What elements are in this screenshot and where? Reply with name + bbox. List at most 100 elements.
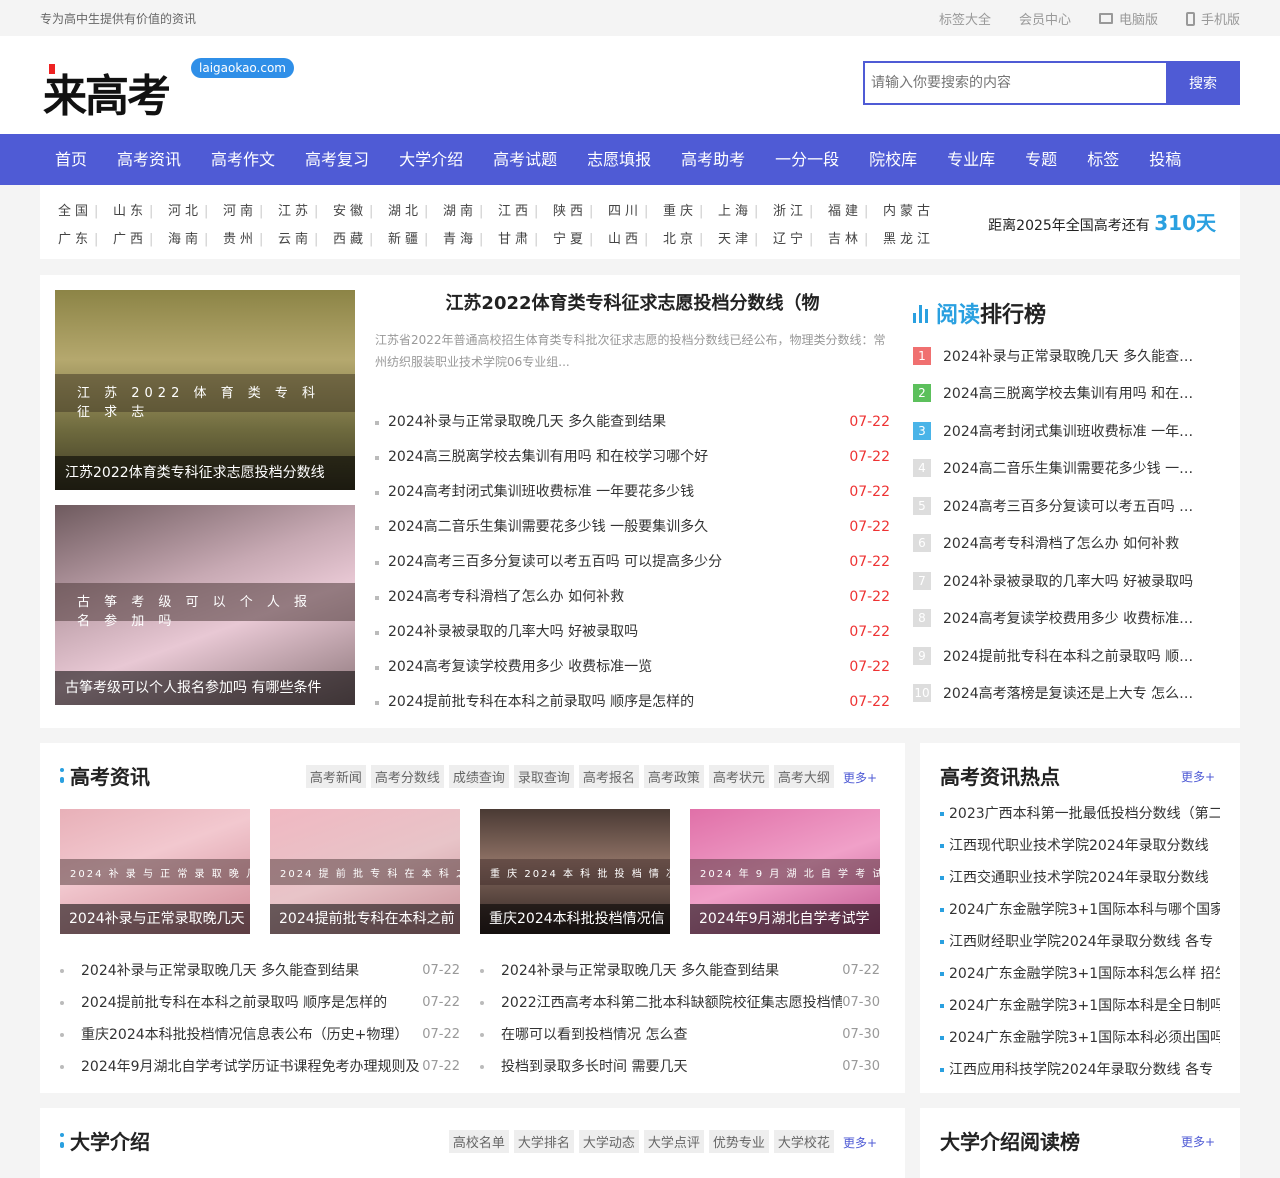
nav-news[interactable]: 高考资讯 [102,134,196,185]
rank-item[interactable]: 4 2024高二音乐生集训需要花多少钱 一般要集训多久 [913,450,1213,488]
mobile-version-link[interactable]: 手机版 [1185,9,1240,28]
region-link[interactable]: 河南 [223,200,278,219]
region-link[interactable]: 河北 [168,200,223,219]
nav-majors[interactable]: 专业库 [932,134,1010,185]
region-link[interactable]: 湖北 [388,200,443,219]
rank-item[interactable]: 10 2024高考落榜是复读还是上大专 怎么选择 [913,675,1213,713]
nav-exam[interactable]: 高考试题 [478,134,572,185]
region-link[interactable]: 重庆 [663,200,718,219]
news-list-item[interactable]: 2024提前批专科在本科之前录取吗 顺序是怎样的 07-22 [60,987,460,1019]
category-tag[interactable]: 高考报名 [578,765,639,788]
category-tag[interactable]: 高考分数线 [370,765,444,788]
featured-news-item[interactable]: 2024高考专科滑档了怎么办 如何补救 07-22 [375,580,890,615]
hot-item[interactable]: 江西应用科技学院2024年录取分数线 各专 [940,1054,1220,1086]
category-tag[interactable]: 高校名单 [448,1130,509,1153]
nav-schools[interactable]: 院校库 [854,134,932,185]
rank-item[interactable]: 5 2024高考三百多分复读可以考五百吗 可以提高多少分 [913,487,1213,525]
region-link[interactable]: 山东 [113,200,168,219]
region-link[interactable]: 北京 [663,228,718,247]
featured-news-item[interactable]: 2024提前批专科在本科之前录取吗 顺序是怎样的 07-22 [375,685,890,720]
region-link[interactable]: 天津 [718,228,773,247]
rank-item[interactable]: 3 2024高考封闭式集训班收费标准 一年要花多少钱 [913,412,1213,450]
rank-item[interactable]: 7 2024补录被录取的几率大吗 好被录取吗 [913,562,1213,600]
more-link[interactable]: 更多+ [839,765,881,788]
region-link[interactable]: 安徽 [333,200,388,219]
category-tag[interactable]: 高考状元 [708,765,769,788]
region-link[interactable]: 山西 [608,228,663,247]
category-tag[interactable]: 大学校花 [773,1130,834,1153]
tag-list-link[interactable]: 标签大全 [939,9,991,28]
nav-assist[interactable]: 高考助考 [666,134,760,185]
region-link[interactable]: 宁夏 [553,228,608,247]
region-link[interactable]: 陕西 [553,200,608,219]
hot-item[interactable]: 2024广东金融学院3+1国际本科与哪个国家 [940,894,1220,926]
category-tag[interactable]: 高考大纲 [773,765,834,788]
nav-college[interactable]: 大学介绍 [384,134,478,185]
news-list-item[interactable]: 2024年9月湖北自学考试学历证书课程免考办理规则及 07-22 [60,1051,460,1083]
college-rank-more-link[interactable]: 更多+ [1181,1133,1215,1150]
featured-news-item[interactable]: 2024补录与正常录取晚几天 多久能查到结果 07-22 [375,405,890,440]
news-list-item[interactable]: 2022江西高考本科第二批本科缺额院校征集志愿投档情 07-30 [480,987,880,1019]
nav-essay[interactable]: 高考作文 [196,134,290,185]
headline-title[interactable]: 江苏2022体育类专科征求志愿投档分数线（物 [375,289,890,315]
nav-submit[interactable]: 投稿 [1134,134,1196,185]
region-link[interactable]: 新疆 [388,228,443,247]
nav-home[interactable]: 首页 [40,134,102,185]
category-tag[interactable]: 优势专业 [708,1130,769,1153]
rank-item[interactable]: 1 2024补录与正常录取晚几天 多久能查到结果 [913,337,1213,375]
region-link[interactable]: 海南 [168,228,223,247]
rank-item[interactable]: 9 2024提前批专科在本科之前录取吗 顺序是怎样的 [913,637,1213,675]
news-list-item[interactable]: 2024补录与正常录取晚几天 多久能查到结果 07-22 [480,955,880,987]
region-link[interactable]: 广东 [58,228,113,247]
desktop-version-link[interactable]: 电脑版 [1098,9,1158,28]
region-link[interactable]: 甘肃 [498,228,553,247]
featured-news-item[interactable]: 2024高考复读学校费用多少 收费标准一览 07-22 [375,650,890,685]
hot-more-link[interactable]: 更多+ [1181,768,1215,785]
rank-item[interactable]: 6 2024高考专科滑档了怎么办 如何补救 [913,525,1213,563]
member-center-link[interactable]: 会员中心 [1019,9,1071,28]
news-list-item[interactable]: 投档到录取多长时间 需要几天 07-30 [480,1051,880,1083]
rank-item[interactable]: 8 2024高考复读学校费用多少 收费标准一览 [913,600,1213,638]
search-input[interactable] [863,61,1166,105]
featured-news-item[interactable]: 2024高三脱离学校去集训有用吗 和在校学习哪个好 07-22 [375,440,890,475]
region-link[interactable]: 黑龙江 [883,228,938,247]
news-card[interactable]: 2024 补 录 与 正 常 录 取 晚 几 天 2024补录与正常录取晚几天 [60,809,250,934]
news-card[interactable]: 重 庆 2024 本 科 批 投 档 情 况 信重庆2024本科批投档情况信 [480,809,670,934]
region-link[interactable]: 内蒙古 [883,200,938,219]
region-link[interactable]: 上海 [718,200,773,219]
region-link[interactable]: 四川 [608,200,663,219]
featured-thumb-1[interactable]: 江 苏 2022 体 育 类 专 科 征 求 志 江苏2022体育类专科征求志愿… [55,290,355,490]
region-link[interactable]: 江苏 [278,200,333,219]
news-list-item[interactable]: 重庆2024本科批投档情况信息表公布（历史+物理） 07-22 [60,1019,460,1051]
nav-tags[interactable]: 标签 [1072,134,1134,185]
featured-news-item[interactable]: 2024高二音乐生集训需要花多少钱 一般要集训多久 07-22 [375,510,890,545]
featured-news-item[interactable]: 2024补录被录取的几率大吗 好被录取吗 07-22 [375,615,890,650]
category-tag[interactable]: 高考新闻 [305,765,366,788]
site-logo[interactable]: 来高考 laigaokao.com [43,58,303,122]
category-tag[interactable]: 高考政策 [643,765,704,788]
hot-item[interactable]: 江西交通职业技术学院2024年录取分数线 [940,862,1220,894]
category-tag[interactable]: 大学动态 [578,1130,639,1153]
region-link[interactable]: 吉林 [828,228,883,247]
region-link[interactable]: 广西 [113,228,168,247]
featured-news-item[interactable]: 2024高考三百多分复读可以考五百吗 可以提高多少分 07-22 [375,545,890,580]
rank-item[interactable]: 2 2024高三脱离学校去集训有用吗 和在校学习哪个好 [913,375,1213,413]
hot-item[interactable]: 2024广东金融学院3+1国际本科必须出国吗 [940,1022,1220,1054]
region-link[interactable]: 西藏 [333,228,388,247]
category-tag[interactable]: 成绩查询 [448,765,509,788]
news-list-item[interactable]: 2024补录与正常录取晚几天 多久能查到结果 07-22 [60,955,460,987]
news-list-item[interactable]: 在哪可以看到投档情况 怎么查 07-30 [480,1019,880,1051]
search-button[interactable]: 搜索 [1166,61,1240,105]
nav-review[interactable]: 高考复习 [290,134,384,185]
region-link[interactable]: 青海 [443,228,498,247]
nav-volunteer[interactable]: 志愿填报 [572,134,666,185]
category-tag[interactable]: 录取查询 [513,765,574,788]
more-link[interactable]: 更多+ [839,1130,881,1153]
region-link[interactable]: 贵州 [223,228,278,247]
hot-item[interactable]: 江西现代职业技术学院2024年录取分数线 [940,830,1220,862]
nav-score-rank[interactable]: 一分一段 [760,134,854,185]
region-link[interactable]: 浙江 [773,200,828,219]
hot-item[interactable]: 2024广东金融学院3+1国际本科怎么样 招生 [940,958,1220,990]
featured-thumb-2[interactable]: 古 筝 考 级 可 以 个 人 报 名 参 加 吗 古筝考级可以个人报名参加吗 … [55,505,355,705]
category-tag[interactable]: 大学点评 [643,1130,704,1153]
